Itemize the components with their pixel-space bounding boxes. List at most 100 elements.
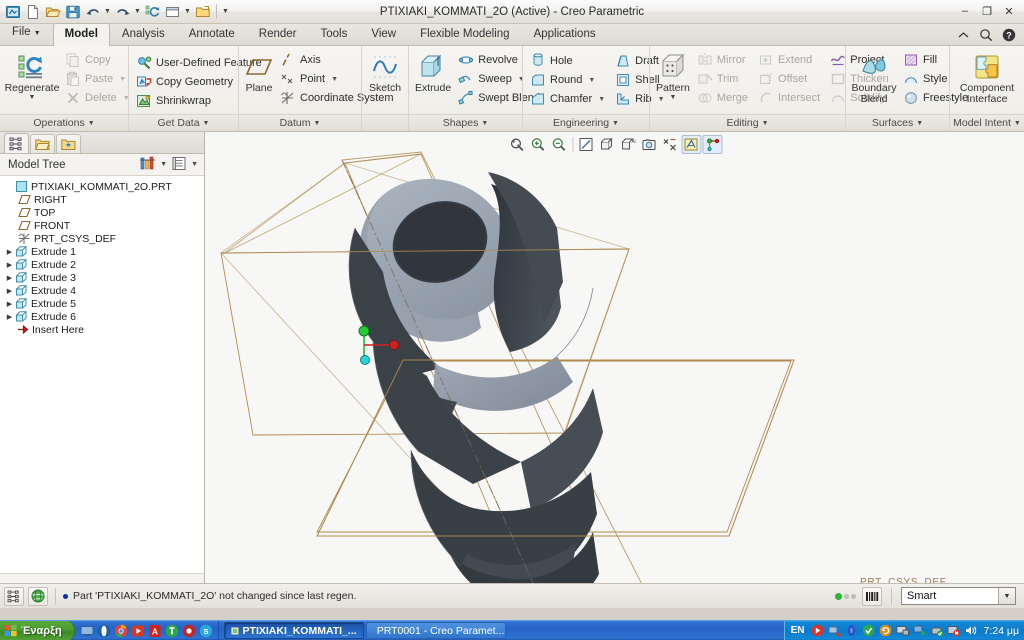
model-tree-tab[interactable] (4, 133, 29, 153)
regenerate-button[interactable]: Regenerate ▼ (4, 50, 60, 104)
tree-settings-icon[interactable] (171, 156, 187, 174)
paste-button[interactable]: Paste ▼ (62, 70, 135, 88)
tree-expander[interactable]: ▶ (4, 313, 15, 321)
ribbon-group-label-editing[interactable]: Editing ▼ (650, 114, 845, 131)
tray-monitor-icon[interactable] (895, 624, 909, 637)
language-indicator[interactable]: EN (791, 625, 807, 636)
redo-dropdown-arrow-icon[interactable]: ▼ (133, 8, 142, 15)
offset-button[interactable]: Offset (755, 70, 825, 88)
tab-applications[interactable]: Applications (522, 23, 608, 45)
hole-button[interactable]: Hole (527, 52, 610, 70)
new-icon[interactable] (23, 2, 42, 21)
window-icon[interactable] (163, 2, 182, 21)
component-interface-button[interactable]: Component Interface (954, 50, 1020, 108)
paste-caret-icon[interactable]: ▼ (119, 76, 126, 83)
close-window-icon[interactable] (193, 2, 212, 21)
tree-expander[interactable]: ▶ (4, 261, 15, 269)
tray-volume-icon[interactable] (964, 624, 977, 637)
save-icon[interactable] (63, 2, 82, 21)
zoom-in-icon[interactable] (528, 135, 548, 154)
point-caret-icon[interactable]: ▼ (331, 76, 338, 83)
collapse-ribbon-icon[interactable] (957, 30, 970, 41)
tree-item-extrude-6[interactable]: ▶ Extrude 6 (0, 310, 204, 323)
creo-logo-icon[interactable] (3, 2, 22, 21)
help-icon[interactable]: ? (1002, 28, 1016, 42)
merge-button[interactable]: Merge (694, 89, 753, 107)
folder-browser-tab[interactable] (30, 134, 55, 153)
tray-network-icon[interactable] (828, 624, 841, 637)
tree-item-insert-here[interactable]: Insert Here (0, 323, 204, 336)
boundary-blend-button[interactable]: Boundary Blend (850, 50, 898, 108)
tree-expander[interactable]: ▶ (4, 287, 15, 295)
tree-item-csys[interactable]: PRT_CSYS_DEF (0, 232, 204, 245)
show-desktop-icon[interactable] (80, 624, 94, 638)
chrome-icon[interactable] (114, 624, 128, 638)
tray-antivirus-icon[interactable] (862, 624, 875, 637)
favorites-tab[interactable] (56, 134, 81, 153)
spin-center-icon[interactable] (702, 135, 722, 154)
ribbon-group-label-operations[interactable]: Operations ▼ (0, 114, 128, 131)
tree-item-extrude-4[interactable]: ▶ Extrude 4 (0, 284, 204, 297)
tree-item-extrude-2[interactable]: ▶ Extrude 2 (0, 258, 204, 271)
tray-safely-remove-icon[interactable] (930, 624, 943, 637)
undo-dropdown-arrow-icon[interactable]: ▼ (103, 8, 112, 15)
extend-button[interactable]: Extend (755, 51, 825, 69)
media-icon[interactable] (131, 624, 145, 638)
tree-item-extrude-5[interactable]: ▶ Extrude 5 (0, 297, 204, 310)
open-icon[interactable] (43, 2, 62, 21)
tree-filters-icon[interactable] (139, 156, 156, 174)
undo-icon[interactable] (83, 2, 102, 21)
ribbon-group-label-surfaces[interactable]: Surfaces ▼ (846, 114, 949, 131)
tree-item-extrude-3[interactable]: ▶ Extrude 3 (0, 271, 204, 284)
tab-analysis[interactable]: Analysis (110, 23, 177, 45)
tab-view[interactable]: View (359, 23, 408, 45)
plane-button[interactable]: Plane (243, 50, 275, 97)
close-button[interactable]: ✕ (1002, 5, 1016, 18)
copy-button[interactable]: Copy (62, 51, 135, 69)
round-caret-icon[interactable]: ▼ (588, 77, 595, 84)
tab-render[interactable]: Render (247, 23, 309, 45)
redo-icon[interactable] (113, 2, 132, 21)
tray-sync-icon[interactable] (913, 624, 926, 637)
tree-item-top[interactable]: TOP (0, 206, 204, 219)
tree-expander[interactable]: ▶ (4, 274, 15, 282)
tray-warning-icon[interactable] (947, 624, 960, 637)
mirror-button[interactable]: Mirror (694, 51, 753, 69)
selection-filter-dropdown[interactable]: Smart ▼ (901, 587, 1016, 605)
taskbar-item-ptixiaki[interactable]: PTIXIAKI_KOMMATI_... (223, 622, 364, 639)
tree-settings-caret-icon[interactable]: ▼ (189, 161, 200, 168)
round-button[interactable]: Round ▼ (527, 71, 610, 89)
tab-annotate[interactable]: Annotate (177, 23, 247, 45)
pattern-button[interactable]: Pattern ▼ (654, 50, 692, 104)
browser-toggle-button[interactable] (28, 586, 48, 606)
record-icon[interactable] (182, 624, 196, 638)
datum-display-icon[interactable] (660, 135, 680, 154)
saved-orientations-icon[interactable]: AB (618, 135, 638, 154)
model-tree[interactable]: PTIXIAKI_KOMMATI_2O.PRT RIGHT TOP FRONT … (0, 176, 204, 573)
start-button[interactable]: Έναρξη (0, 620, 75, 640)
skype-icon[interactable]: S (199, 624, 213, 638)
delete-button[interactable]: Delete ▼ (62, 89, 135, 107)
chamfer-button[interactable]: Chamfer ▼ (527, 90, 610, 108)
restore-button[interactable]: ❐ (980, 5, 994, 18)
tree-filters-caret-icon[interactable]: ▼ (158, 161, 169, 168)
search-icon[interactable] (979, 28, 993, 42)
utorrent-icon[interactable] (165, 624, 179, 638)
extrude-button[interactable]: Extrude (413, 50, 453, 97)
tree-item-part[interactable]: PTIXIAKI_KOMMATI_2O.PRT (0, 180, 204, 193)
ribbon-group-label-model-intent[interactable]: Model Intent ▼ (950, 114, 1024, 131)
repaint-icon[interactable] (576, 135, 596, 154)
intersect-button[interactable]: Intersect (755, 89, 825, 107)
ribbon-group-label-shapes[interactable]: Shapes ▼ (409, 114, 522, 131)
graphics-window[interactable]: AB (205, 132, 1024, 583)
tray-shield-icon[interactable] (811, 624, 824, 637)
tab-tools[interactable]: Tools (309, 23, 360, 45)
annotation-display-icon[interactable] (681, 135, 701, 154)
model-viewport[interactable] (205, 132, 1024, 583)
regenerate-icon[interactable] (143, 2, 162, 21)
taskbar-item-prt0001[interactable]: PRT0001 - Creo Paramet... (365, 622, 506, 639)
ribbon-group-label-datum[interactable]: Datum ▼ (239, 114, 361, 131)
tree-item-right[interactable]: RIGHT (0, 193, 204, 206)
tree-item-extrude-1[interactable]: ▶ Extrude 1 (0, 245, 204, 258)
tab-file[interactable]: File ▼ (0, 21, 53, 45)
